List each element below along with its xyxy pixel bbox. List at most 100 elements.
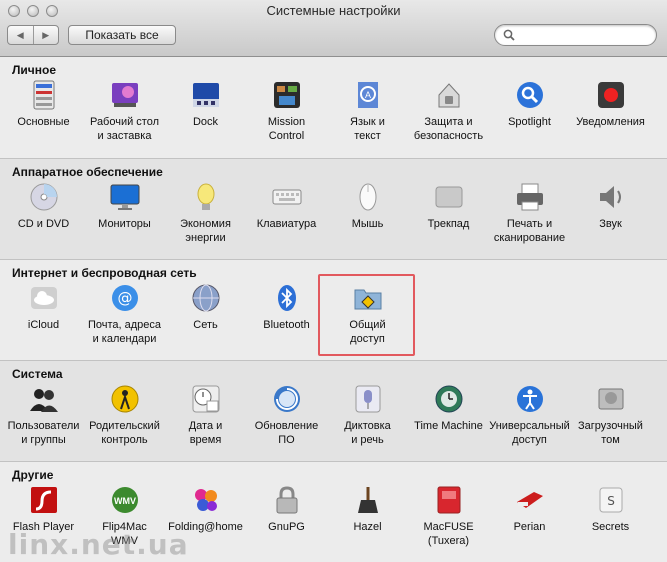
- pref-pane-users[interactable]: Пользователи и группы: [3, 383, 84, 447]
- svg-text:@: @: [117, 289, 132, 307]
- update-icon: [273, 386, 300, 412]
- pref-pane-label: Загрузочный том: [578, 420, 643, 446]
- pref-pane-label: Защита и безопасность: [413, 116, 484, 142]
- show-all-button[interactable]: Показать все: [68, 25, 176, 45]
- pref-pane-time-machine[interactable]: Time Machine: [408, 383, 489, 433]
- pref-pane-label: Универсальный доступ: [489, 420, 570, 446]
- pref-pane-label: Язык и текст: [350, 116, 385, 142]
- folding-icon: [194, 489, 217, 511]
- pref-pane-folding[interactable]: Folding@home: [165, 484, 246, 534]
- clock-icon: [192, 385, 219, 413]
- pref-pane-bluetooth[interactable]: Bluetooth: [246, 282, 327, 332]
- pref-pane-icloud[interactable]: iCloud: [3, 282, 84, 332]
- speaker-icon: [599, 186, 621, 208]
- pref-pane-broom[interactable]: Hazel: [327, 484, 408, 534]
- pref-pane-security[interactable]: Защита и безопасность: [408, 79, 489, 143]
- language-icon: A: [357, 82, 378, 108]
- pref-pane-spotlight[interactable]: Spotlight: [489, 79, 570, 129]
- system-preferences-window: Системные настройки ◀ ▶ Показать все Лич…: [0, 0, 667, 562]
- pref-pane-startup-disk[interactable]: Загрузочный том: [570, 383, 651, 447]
- perian-icon: [516, 492, 543, 508]
- section-title: Личное: [12, 63, 57, 77]
- pref-pane-keyboard[interactable]: Клавиатура: [246, 181, 327, 231]
- pref-pane-label: Perian: [513, 521, 546, 533]
- pref-pane-flash[interactable]: Flash Player: [3, 484, 84, 534]
- pref-pane-label: Клавиатура: [256, 218, 317, 230]
- secrets-icon: S: [599, 487, 622, 513]
- pref-pane-parental[interactable]: Родительский контроль: [84, 383, 165, 447]
- pref-pane-mission-control[interactable]: Mission Control: [246, 79, 327, 143]
- pref-pane-label: Time Machine: [414, 420, 483, 432]
- pref-pane-label: Сеть: [193, 319, 218, 331]
- pref-pane-dock[interactable]: Dock: [165, 79, 246, 129]
- wmv-icon: WMV: [111, 487, 138, 513]
- pref-pane-macfuse[interactable]: MacFUSE (Tuxera): [408, 484, 489, 548]
- pref-pane-language[interactable]: A Язык и текст: [327, 79, 408, 143]
- svg-text:A: A: [364, 90, 370, 100]
- spotlight-icon: [516, 82, 543, 108]
- pref-pane-lock[interactable]: GnuPG: [246, 484, 327, 534]
- pref-pane-speaker[interactable]: Звук: [570, 181, 651, 231]
- pref-pane-label: Трекпад: [427, 218, 470, 230]
- printer-icon: [516, 183, 543, 211]
- section-title: Другие: [12, 468, 54, 482]
- pref-pane-label: Мониторы: [98, 218, 151, 230]
- back-forward-control: ◀ ▶: [7, 25, 59, 45]
- search-field[interactable]: [494, 24, 657, 46]
- pref-pane-secrets[interactable]: S Secrets: [570, 484, 651, 534]
- pref-pane-cd[interactable]: CD и DVD: [3, 181, 84, 231]
- pref-pane-monitor[interactable]: Мониторы: [84, 181, 165, 231]
- pref-pane-label: CD и DVD: [17, 218, 70, 230]
- watermark: linx.net.ua: [8, 528, 189, 561]
- section-title: Аппаратное обеспечение: [12, 165, 163, 179]
- pref-pane-mouse[interactable]: Мышь: [327, 181, 408, 231]
- notifications-icon: [597, 82, 624, 108]
- users-icon: [29, 389, 58, 412]
- pref-pane-update[interactable]: Обновление ПО: [246, 383, 327, 447]
- pref-pane-label: Spotlight: [508, 116, 551, 128]
- section-title: Интернет и беспроводная сеть: [12, 266, 197, 280]
- pref-pane-label: Почта, адреса и календари: [87, 319, 162, 345]
- lock-icon: [276, 486, 297, 514]
- forward-button[interactable]: ▶: [32, 26, 59, 44]
- pref-pane-desktop[interactable]: Рабочий стол и заставка: [84, 79, 165, 143]
- monitor-icon: [110, 184, 139, 210]
- search-input[interactable]: [519, 27, 649, 43]
- icloud-icon: [30, 287, 57, 309]
- pref-pane-bulb[interactable]: Экономия энергии: [165, 181, 246, 245]
- pref-pane-label: Звук: [599, 218, 622, 230]
- startup-disk-icon: [598, 388, 623, 410]
- cd-icon: [30, 183, 57, 211]
- svg-text:S: S: [607, 494, 615, 508]
- pref-pane-clock[interactable]: Дата и время: [165, 383, 246, 447]
- pref-pane-perian[interactable]: Perian: [489, 484, 570, 534]
- chevron-right-icon: ▶: [42, 29, 50, 40]
- svg-text:WMV: WMV: [114, 496, 136, 506]
- pref-pane-label: Secrets: [591, 521, 630, 533]
- pref-pane-label: GnuPG: [268, 521, 305, 533]
- pref-pane-mail[interactable]: @ Почта, адреса и календари: [84, 282, 165, 346]
- pref-pane-label: Mission Control: [267, 116, 306, 142]
- pref-pane-label: Диктовка и речь: [344, 420, 391, 446]
- pref-pane-printer[interactable]: Печать и сканирование: [489, 181, 570, 245]
- pref-pane-accessibility[interactable]: Универсальный доступ: [489, 383, 570, 447]
- pref-pane-label: iCloud: [27, 319, 60, 331]
- pref-pane-general[interactable]: Основные: [3, 79, 84, 129]
- chevron-left-icon: ◀: [16, 29, 24, 40]
- pref-pane-notifications[interactable]: Уведомления: [570, 79, 651, 129]
- toolbar: Системные настройки ◀ ▶ Показать все: [0, 0, 667, 57]
- pref-pane-label: Обновление ПО: [254, 420, 319, 446]
- pref-pane-label: Bluetooth: [263, 319, 310, 331]
- time-machine-icon: [435, 385, 462, 413]
- pref-pane-label: Печать и сканирование: [493, 218, 566, 244]
- back-button[interactable]: ◀: [8, 26, 33, 44]
- pref-pane-label: Экономия энергии: [180, 218, 231, 244]
- pref-pane-label: Мышь: [351, 218, 384, 230]
- pref-pane-microphone[interactable]: Диктовка и речь: [327, 383, 408, 447]
- pref-pane-network[interactable]: Сеть: [165, 282, 246, 332]
- section-1: Личное Основные Рабочий стол и заставка Doc…: [0, 57, 667, 158]
- pref-pane-trackpad[interactable]: Трекпад: [408, 181, 489, 231]
- parental-icon: [111, 385, 138, 413]
- keyboard-icon: [272, 189, 301, 205]
- bulb-icon: [197, 183, 214, 210]
